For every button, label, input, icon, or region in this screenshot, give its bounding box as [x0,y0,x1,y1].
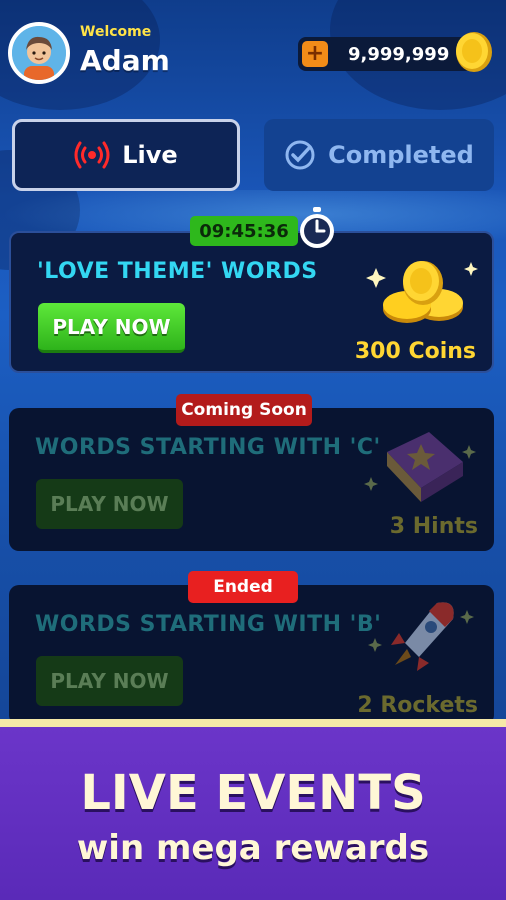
coins-icon [366,261,478,323]
event-title: WORDS STARTING WITH 'B' [35,612,382,637]
welcome-label: Welcome [80,24,152,40]
event-card-coming-soon: WORDS STARTING WITH 'C' PLAY NOW 3 Hints [9,408,494,551]
countdown-timer: 09:45:36 [190,216,298,246]
coin-icon [456,32,492,72]
coin-balance: 9,999,999 [348,43,450,65]
add-coins-button[interactable]: + [302,41,328,67]
event-card-live: 'LOVE THEME' WORDS PLAY NOW 300 Coins [9,231,494,373]
banner-subtitle: win mega rewards [76,828,430,868]
play-now-button-disabled: PLAY NOW [36,479,183,529]
reward-label: 3 Hints [389,514,478,539]
promo-banner: LIVE EVENTS win mega rewards [0,719,506,900]
tab-live[interactable]: Live [12,119,240,191]
hint-book-icon [364,432,476,502]
tab-live-label: Live [122,141,178,169]
play-now-button-disabled: PLAY NOW [36,656,183,706]
event-title: WORDS STARTING WITH 'C' [35,435,381,460]
status-badge: Ended [188,571,298,603]
check-circle-icon [285,140,315,170]
tab-completed[interactable]: Completed [264,119,494,191]
reward-label: 300 Coins [354,339,476,364]
reward-label: 2 Rockets [357,693,478,718]
avatar[interactable] [8,22,70,84]
status-badge: Coming Soon [176,394,312,426]
tab-completed-label: Completed [328,141,474,169]
rocket-icon [368,602,474,671]
event-title: 'LOVE THEME' WORDS [37,259,318,284]
coin-balance-bar: + 9,999,999 [298,37,474,71]
live-broadcast-icon [74,141,110,169]
banner-title: LIVE EVENTS [80,765,426,821]
event-card-ended: WORDS STARTING WITH 'B' PLAY NOW 2 Rocke… [9,585,494,725]
stopwatch-icon [300,207,334,248]
play-now-button[interactable]: PLAY NOW [38,303,185,353]
username: Adam [80,44,170,77]
